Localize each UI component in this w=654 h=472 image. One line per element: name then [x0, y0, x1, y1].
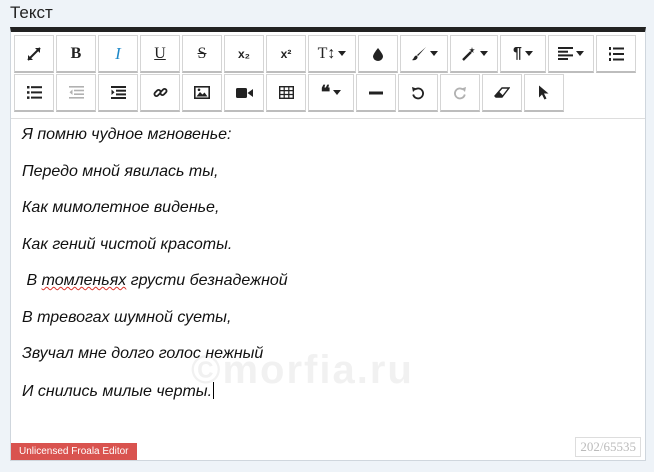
link-icon [153, 85, 168, 100]
text-line: Как мимолетное виденье, [22, 199, 220, 216]
video-camera-icon [235, 87, 253, 99]
horizontal-line-button[interactable] [356, 74, 396, 112]
rich-text-editor: B I U S x₂ x² T↕ ¶ ❝ Я помню чудное мгно… [10, 27, 646, 461]
license-badge: Unlicensed Froala Editor [11, 443, 137, 460]
text-segment: грусти безнадежной [126, 272, 288, 289]
select-all-button[interactable] [524, 74, 564, 112]
unordered-list-icon [26, 86, 42, 99]
insert-table-button[interactable] [266, 74, 306, 112]
outdent-button[interactable] [56, 74, 96, 112]
font-size-icon: T↕ [317, 44, 336, 62]
text-line: Как гений чистой красоты. [22, 236, 232, 254]
cursor-pointer-icon [538, 85, 550, 100]
outdent-icon [68, 86, 84, 99]
ordered-list-icon [608, 46, 624, 61]
bold-icon: B [70, 44, 82, 62]
undo-button[interactable] [398, 74, 438, 112]
chevron-down-icon [429, 51, 438, 56]
text-line: Передо мной явилась ты, [22, 163, 219, 180]
chevron-down-icon [576, 51, 584, 56]
subscript-icon: x₂ [237, 46, 250, 61]
misspelled-word: томленьях [41, 272, 127, 289]
paragraph-icon: ¶ [513, 44, 522, 62]
text-line-content: Как гений чистой красоты. [22, 236, 233, 253]
text-line: В томленьях грусти безнадежной [22, 272, 288, 290]
redo-icon [453, 86, 467, 100]
quote-dropdown[interactable]: ❝ [308, 74, 354, 112]
quote-icon: ❝ [320, 82, 331, 102]
fullscreen-button[interactable] [14, 35, 54, 73]
font-size-dropdown[interactable]: T↕ [308, 35, 356, 73]
italic-button[interactable]: I [98, 35, 138, 73]
horizontal-line-icon [369, 91, 383, 95]
expand-icon [26, 46, 42, 62]
ordered-list-button[interactable] [596, 35, 636, 73]
chevron-down-icon [524, 51, 533, 56]
insert-link-button[interactable] [140, 74, 180, 112]
indent-button[interactable] [98, 74, 138, 112]
indent-icon [110, 86, 126, 99]
insert-image-button[interactable] [182, 74, 222, 112]
inline-style-dropdown[interactable] [450, 35, 498, 73]
clear-formatting-button[interactable] [482, 74, 522, 112]
insert-video-button[interactable] [224, 74, 264, 112]
toolbar-row-1: B I U S x₂ x² T↕ ¶ [14, 35, 638, 73]
image-icon [194, 86, 210, 99]
superscript-button[interactable]: x² [266, 35, 306, 73]
brush-icon [411, 46, 427, 62]
subscript-button[interactable]: x₂ [224, 35, 264, 73]
paragraph-style-dropdown[interactable] [400, 35, 448, 73]
text-line-content: И снились милые черты. [22, 383, 213, 400]
watermark: ©morfia.ru [191, 348, 414, 392]
align-dropdown[interactable] [548, 35, 594, 73]
toolbar-row-2: ❝ [14, 74, 566, 112]
strikethrough-button[interactable]: S [182, 35, 222, 73]
chevron-down-icon [479, 51, 488, 56]
superscript-icon: x² [280, 46, 292, 61]
redo-button[interactable] [440, 74, 480, 112]
text-line: Я помню чудное мгновенье: [22, 126, 232, 143]
text-line: В тревогах шумной суеты, [22, 309, 232, 326]
character-counter: 202/65535 [575, 437, 641, 457]
eraser-icon [494, 86, 510, 99]
chevron-down-icon [333, 90, 342, 95]
editor-toolbar: B I U S x₂ x² T↕ ¶ ❝ [11, 32, 645, 118]
underline-icon: U [154, 44, 166, 62]
color-drop-icon [372, 47, 384, 61]
table-icon [278, 86, 294, 99]
bold-button[interactable]: B [56, 35, 96, 73]
paragraph-format-dropdown[interactable]: ¶ [500, 35, 546, 73]
align-left-icon [558, 47, 573, 60]
magic-wand-icon [461, 46, 477, 62]
text-color-button[interactable] [358, 35, 398, 73]
text-line: И снились милые черты. [22, 382, 215, 401]
editor-content-area[interactable]: Я помню чудное мгновенье: Передо мной яв… [11, 118, 645, 460]
field-label: Текст [10, 3, 53, 22]
text-segment: В [22, 272, 42, 289]
strikethrough-icon: S [197, 44, 207, 62]
chevron-down-icon [338, 51, 347, 56]
italic-icon: I [115, 43, 121, 63]
unordered-list-button[interactable] [14, 74, 54, 112]
undo-icon [411, 86, 425, 100]
underline-button[interactable]: U [140, 35, 180, 73]
